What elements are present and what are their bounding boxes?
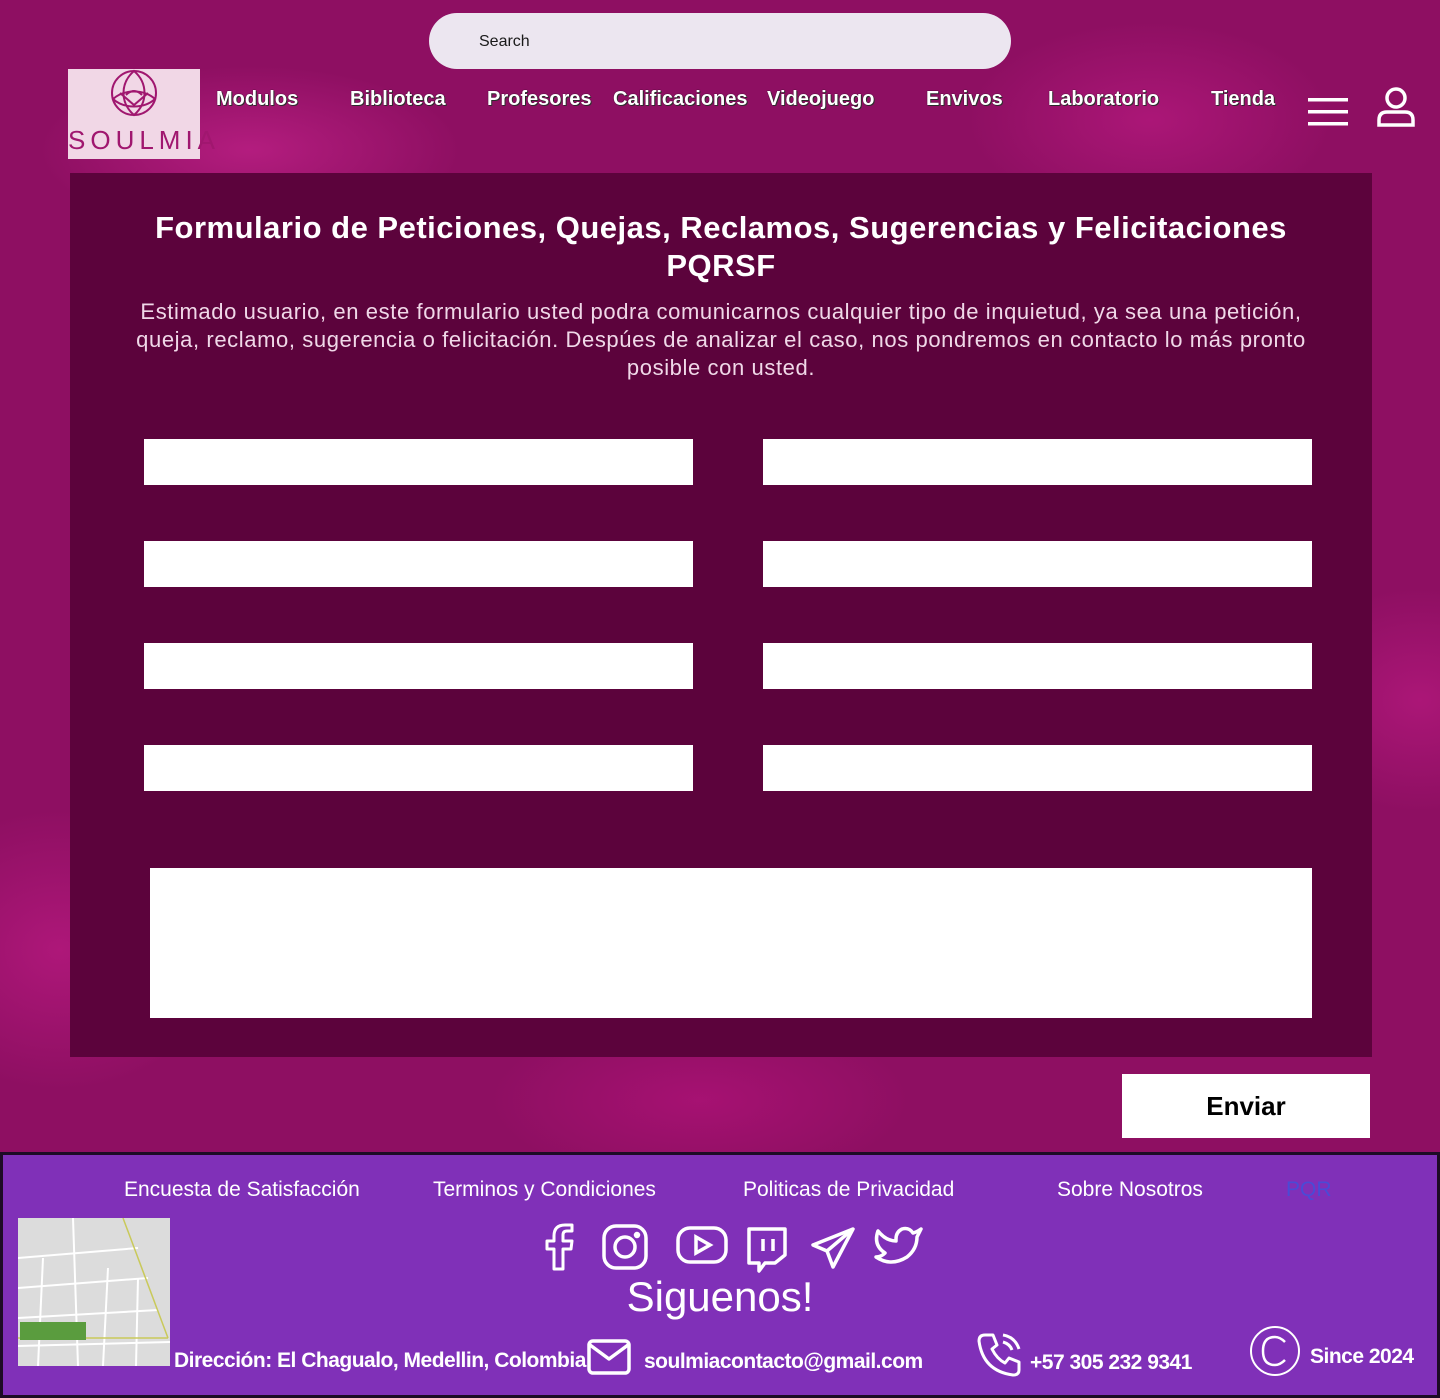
form-title-line2: PQRSF	[666, 248, 776, 283]
form-field-8[interactable]	[763, 745, 1312, 791]
form-field-7[interactable]	[144, 745, 693, 791]
form-title: Formulario de Peticiones, Quejas, Reclam…	[70, 209, 1372, 285]
nav-item-videojuego[interactable]: Videojuego	[767, 88, 874, 111]
instagram-icon[interactable]	[601, 1223, 649, 1276]
footer-link-sobre-nosotros[interactable]: Sobre Nosotros	[1057, 1178, 1203, 1202]
twitter-icon[interactable]	[873, 1223, 925, 1274]
phone-link[interactable]: +57 305 232 9341	[1030, 1351, 1192, 1375]
form-field-6[interactable]	[763, 643, 1312, 689]
email-icon	[586, 1337, 632, 1382]
logo-symbol-icon	[111, 69, 157, 117]
nav-item-envivos[interactable]: Envivos	[926, 88, 1003, 111]
form-description: Estimado usuario, en este formulario ust…	[136, 299, 1306, 380]
hamburger-menu-icon[interactable]	[1306, 96, 1350, 133]
footer-link-privacidad[interactable]: Politicas de Privacidad	[743, 1178, 954, 1202]
user-icon[interactable]	[1376, 86, 1416, 133]
nav-item-calificaciones[interactable]: Calificaciones	[613, 88, 748, 111]
email-link[interactable]: soulmiacontacto@gmail.com	[644, 1350, 923, 1374]
footer-link-pqr[interactable]: PQR	[1286, 1178, 1332, 1202]
footer-link-encuesta[interactable]: Encuesta de Satisfacción	[124, 1178, 360, 1202]
nav-item-profesores[interactable]: Profesores	[487, 88, 592, 111]
since-text: Since 2024	[1310, 1345, 1414, 1368]
message-textarea[interactable]	[150, 868, 1312, 1018]
form-field-2[interactable]	[763, 439, 1312, 485]
twitch-icon[interactable]	[745, 1223, 789, 1280]
form-field-3[interactable]	[144, 541, 693, 587]
address-text: Dirección: El Chagualo, Medellin, Colomb…	[174, 1349, 586, 1372]
brand-logo[interactable]: SOULMIA	[68, 69, 221, 159]
nav-item-tienda[interactable]: Tienda	[1211, 88, 1275, 111]
footer-link-terminos[interactable]: Terminos y Condiciones	[433, 1178, 656, 1202]
nav-item-biblioteca[interactable]: Biblioteca	[350, 88, 446, 111]
facebook-icon[interactable]	[539, 1223, 579, 1276]
brand-name: SOULMIA	[68, 125, 221, 155]
phone-icon	[975, 1329, 1025, 1384]
pqrsf-form-panel: Formulario de Peticiones, Quejas, Reclam…	[70, 173, 1372, 1057]
search-bar[interactable]	[429, 13, 1011, 71]
nav-item-modulos[interactable]: Modulos	[216, 88, 298, 111]
footer: Encuesta de Satisfacción Terminos y Cond…	[0, 1152, 1440, 1398]
search-input[interactable]	[477, 13, 981, 71]
copyright-icon	[1249, 1325, 1301, 1382]
telegram-icon[interactable]	[809, 1223, 857, 1276]
nav-item-laboratorio[interactable]: Laboratorio	[1048, 88, 1159, 111]
form-title-line1: Formulario de Peticiones, Quejas, Reclam…	[155, 210, 1287, 245]
follow-us-text: Siguenos!	[626, 1273, 814, 1320]
form-field-1[interactable]	[144, 439, 693, 485]
form-field-4[interactable]	[763, 541, 1312, 587]
youtube-icon[interactable]	[675, 1223, 729, 1272]
form-field-5[interactable]	[144, 643, 693, 689]
submit-button[interactable]: Enviar	[1122, 1074, 1370, 1138]
